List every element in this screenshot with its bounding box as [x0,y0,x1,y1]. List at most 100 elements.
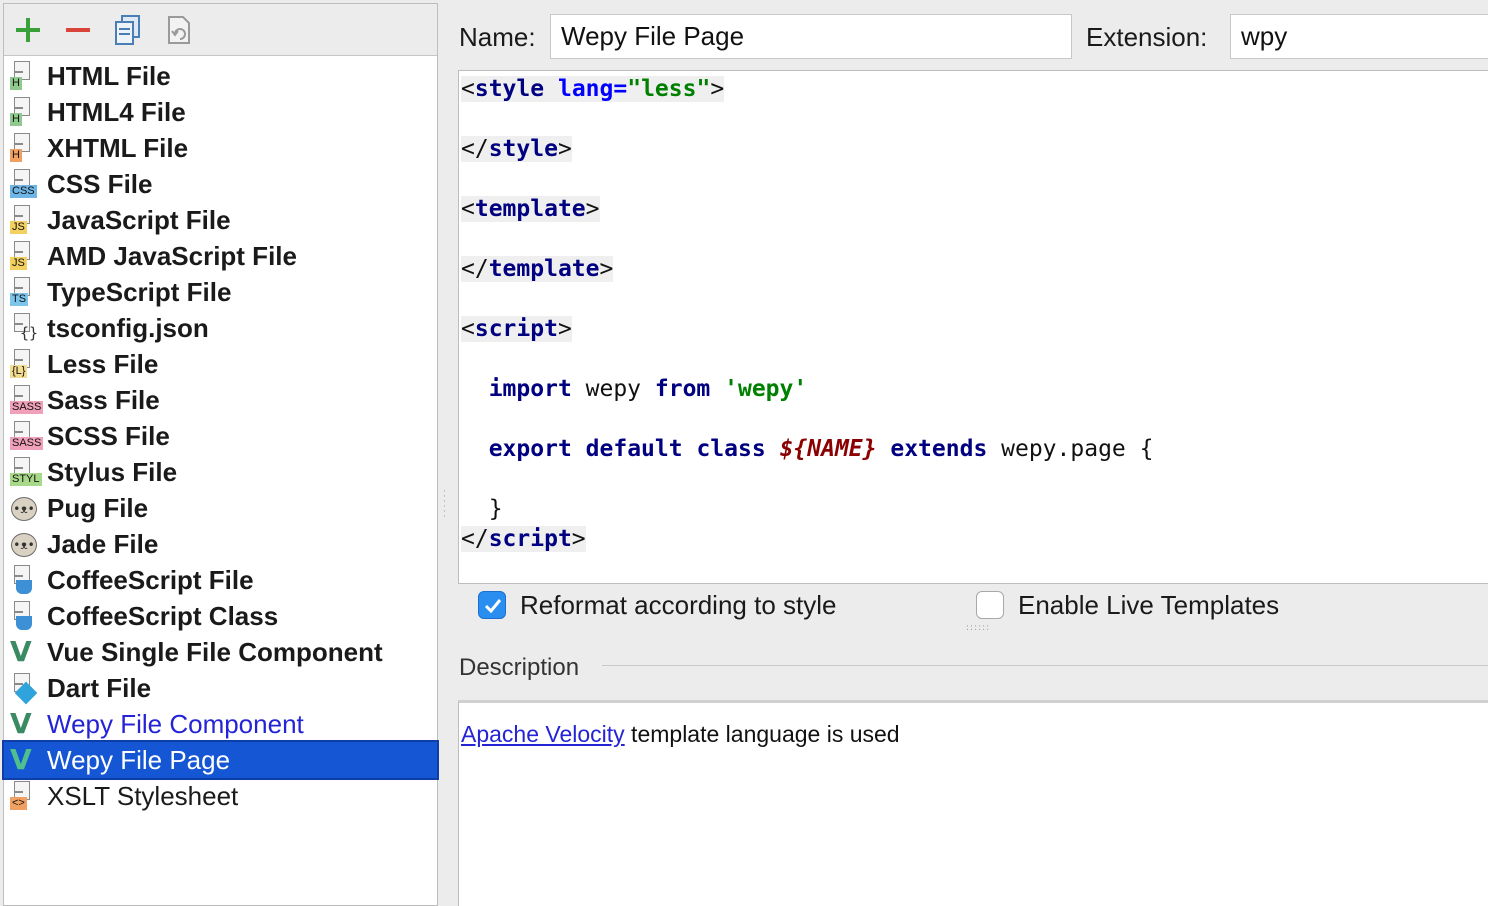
extension-label: Extension: [1086,22,1208,52]
reformat-label[interactable]: Reformat according to style [520,590,836,621]
template-item-label: tsconfig.json [47,312,209,343]
remove-template-button[interactable] [62,14,94,46]
css-file-icon: CSS [8,168,42,200]
reset-icon [168,15,190,44]
template-item-label: Vue Single File Component [47,636,383,667]
template-item[interactable]: CSS CSS File [4,166,437,202]
live-templates-label[interactable]: Enable Live Templates [1018,590,1279,621]
template-item-label: Sass File [47,384,160,415]
template-item[interactable]: SASS Sass File [4,382,437,418]
file-template-list: H HTML File H HTML4 File H XHTML File CSS CSS F… [2,56,439,814]
file-type-badge: TS [10,293,29,306]
template-item[interactable]: JS AMD JavaScript File [4,238,437,274]
code-line-7: export default class ${NAME} extends wep… [488,436,1154,462]
file-type-badge: {L} [10,365,28,378]
template-item-label: XHTML File [47,132,189,163]
template-item[interactable]: {L} Less File [4,346,437,382]
file-type-badge: JS [10,221,27,234]
code-line-6: import wepy from 'wepy' [488,376,808,402]
dart-file-icon [8,672,42,705]
code-line-3: <template> [461,196,600,222]
json-config-icon: {} [8,312,42,344]
code-line-5: <script> [461,316,572,342]
splitter-grip-vertical[interactable]: · · · · · · [443,488,449,522]
template-item-label: HTML4 File [47,96,186,127]
template-item[interactable]: •ᴥ• Jade File [4,526,437,562]
copy-template-button[interactable] [112,14,144,46]
name-input[interactable]: Wepy File Page [550,14,1072,59]
code-line-4: </template> [461,256,614,282]
file-type-badge: CSS [10,185,37,198]
template-item-label: JavaScript File [47,204,231,235]
typescript-file-icon: TS [8,276,42,308]
reset-template-button[interactable] [162,14,194,46]
jade-file-icon: •ᴥ• [8,528,42,560]
file-type-badge: H [10,149,22,162]
template-toolbar [4,4,437,56]
template-item[interactable]: H HTML4 File [4,94,437,130]
scss-file-icon: SASS [8,420,44,452]
template-item[interactable]: Dart File [4,670,437,706]
template-item-label: HTML File [47,60,171,91]
file-type-badge: <> [10,797,27,810]
extension-input[interactable]: wpy [1230,14,1488,59]
vue-icon: V [10,707,32,740]
template-item[interactable]: JS JavaScript File [4,202,437,238]
file-type-badge: SASS [10,437,44,450]
template-item[interactable]: V Wepy File Page [2,740,439,780]
template-item-label: CoffeeScript Class [47,600,279,631]
template-item[interactable]: H XHTML File [4,130,437,166]
template-item[interactable]: <> XSLT Stylesheet [4,778,437,814]
description-text: Apache Velocity template language is use… [461,721,900,747]
template-item[interactable]: {} tsconfig.json [4,310,437,346]
template-item[interactable]: STYL Stylus File [4,454,437,490]
code-line-1: <style lang="less"> [461,76,725,102]
file-type-badge: JS [10,257,27,270]
template-item-label: XSLT Stylesheet [47,780,239,811]
template-item-label: Wepy File Component [47,708,304,739]
template-item[interactable]: •ᴥ• Pug File [4,490,437,526]
checkmark-icon [484,599,502,614]
coffeescript-file-icon [8,564,42,596]
template-item-label: Stylus File [47,456,178,487]
template-item[interactable]: H HTML File [4,58,437,94]
template-item[interactable]: SASS SCSS File [4,418,437,454]
live-templates-checkbox[interactable] [976,591,1004,619]
html4-file-icon: H [8,96,42,128]
html-file-icon: H [8,60,42,92]
code-line-2: </style> [461,136,572,162]
file-type-badge: H [10,113,22,126]
splitter-grip-horizontal[interactable]: :::::: [966,624,990,633]
file-type-badge: H [10,77,22,90]
description-box: Apache Velocity template language is use… [458,700,1488,906]
stylus-file-icon: STYL [8,456,42,488]
coffeescript-class-icon [8,600,42,632]
code-line-9: </script> [461,526,586,552]
template-item-label: Pug File [47,492,149,523]
template-item[interactable]: CoffeeScript Class [4,598,437,634]
template-item-label: Dart File [47,672,152,703]
template-item[interactable]: V Vue Single File Component [4,634,437,670]
minus-icon [66,27,90,32]
sass-file-icon: SASS [8,384,44,416]
template-code-editor[interactable]: <style lang="less"> </style> <template> … [458,70,1488,584]
template-item-label: CSS File [47,168,153,199]
description-separator [602,665,1488,666]
name-label: Name: [459,22,536,52]
javascript-file-icon: JS [8,204,42,236]
reformat-checkbox[interactable] [478,591,506,619]
plus-icon [16,17,40,42]
file-type-badge: STYL [10,473,42,486]
template-item[interactable]: CoffeeScript File [4,562,437,598]
file-type-badge: SASS [10,401,44,414]
template-item-label: Less File [47,348,159,379]
add-template-button[interactable] [12,14,44,46]
template-item[interactable]: TS TypeScript File [4,274,437,310]
vue-icon: V [10,743,32,776]
description-heading: Description [459,654,580,681]
template-list-panel: H HTML File H HTML4 File H XHTML File CSS CSS F… [2,3,439,906]
template-item[interactable]: V Wepy File Component [4,706,437,742]
apache-velocity-link[interactable]: Apache Velocity [461,721,625,747]
amd-javascript-file-icon: JS [8,240,42,272]
code-line-8: } [461,496,503,522]
